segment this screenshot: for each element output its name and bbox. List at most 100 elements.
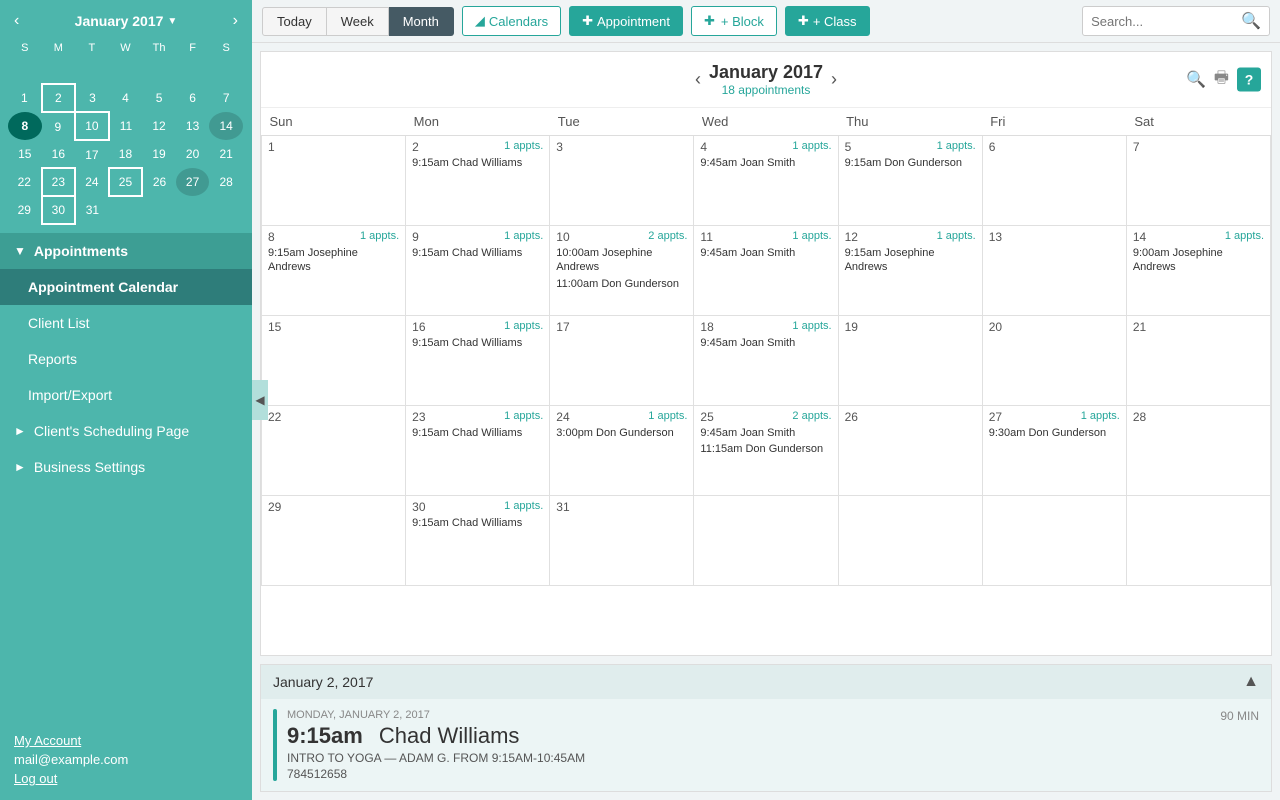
mini-cal-day[interactable]: 20 [176, 140, 210, 168]
class-button[interactable]: ✚ + Class [785, 6, 870, 36]
mini-cal-day[interactable]: 12 [142, 112, 176, 140]
search-icon[interactable]: 🔍 [1241, 11, 1261, 31]
mini-cal-day[interactable]: 19 [142, 140, 176, 168]
print-icon[interactable]: 🖶 [1214, 66, 1229, 93]
calendar-cell[interactable]: 231 appts.9:15am Chad Williams [406, 406, 550, 496]
detail-header[interactable]: January 2, 2017 ▲ [261, 665, 1271, 699]
calendar-cell[interactable]: 3 [550, 136, 694, 226]
calendar-cell[interactable]: 7 [1126, 136, 1270, 226]
month-button[interactable]: Month [389, 7, 454, 36]
calendar-cell[interactable]: 29 [262, 496, 406, 586]
calendar-cell[interactable]: 15 [262, 316, 406, 406]
mini-cal-day[interactable]: 30 [42, 196, 76, 224]
mini-cal-day[interactable]: 14 [209, 112, 243, 140]
appt-entry[interactable]: 9:15am Josephine Andrews [268, 246, 399, 275]
nav-item-import/export[interactable]: Import/Export [0, 377, 252, 413]
mini-cal-day[interactable]: 3 [75, 84, 109, 112]
appt-entry[interactable]: 10:00am Josephine Andrews [556, 246, 687, 275]
mini-cal-day[interactable]: 1 [8, 84, 42, 112]
appt-entry[interactable]: 9:45am Joan Smith [700, 156, 831, 170]
calendar-cell[interactable]: 252 appts.9:45am Joan Smith11:15am Don G… [694, 406, 838, 496]
mini-cal-prev-button[interactable]: ‹ [10, 12, 23, 30]
calendar-cell[interactable]: 20 [982, 316, 1126, 406]
mini-cal-day[interactable]: 17 [75, 140, 109, 168]
mini-cal-day[interactable]: 24 [75, 168, 109, 196]
nav-item-appointment-calendar[interactable]: Appointment Calendar [0, 269, 252, 305]
business-settings-header[interactable]: ► Business Settings [0, 449, 252, 485]
calendar-cell[interactable]: 301 appts.9:15am Chad Williams [406, 496, 550, 586]
block-button[interactable]: ✚ + Block [691, 6, 777, 36]
today-button[interactable]: Today [262, 7, 327, 36]
mini-cal-next-button[interactable]: › [229, 12, 242, 30]
appt-entry[interactable]: 9:00am Josephine Andrews [1133, 246, 1264, 275]
calendar-cell[interactable]: 21 [1126, 316, 1270, 406]
calendar-cell[interactable]: 81 appts.9:15am Josephine Andrews [262, 226, 406, 316]
mini-cal-day[interactable]: 13 [176, 112, 210, 140]
logout-link[interactable]: Log out [14, 771, 57, 786]
mini-cal-day[interactable]: 7 [209, 84, 243, 112]
mini-cal-dropdown-icon[interactable]: ▼ [167, 16, 177, 27]
appt-entry[interactable]: 9:15am Chad Williams [412, 426, 543, 440]
calendar-cell[interactable]: 6 [982, 136, 1126, 226]
calendar-cell[interactable]: 13 [982, 226, 1126, 316]
calendar-cell[interactable]: 41 appts.9:45am Joan Smith [694, 136, 838, 226]
calendar-cell[interactable]: 102 appts.10:00am Josephine Andrews11:00… [550, 226, 694, 316]
appt-entry[interactable]: 9:45am Joan Smith [700, 336, 831, 350]
search-input[interactable] [1091, 14, 1241, 29]
calendar-cell[interactable]: 28 [1126, 406, 1270, 496]
week-button[interactable]: Week [327, 7, 389, 36]
calendar-cell[interactable]: 51 appts.9:15am Don Gunderson [838, 136, 982, 226]
mini-cal-day[interactable]: 8 [8, 112, 42, 140]
appt-entry[interactable]: 9:15am Josephine Andrews [845, 246, 976, 275]
appointments-header[interactable]: ▼ Appointments [0, 233, 252, 269]
mini-cal-day[interactable]: 15 [8, 140, 42, 168]
sidebar-collapse-button[interactable]: ◀ [252, 380, 268, 420]
calendars-button[interactable]: ◢ Calendars [462, 6, 561, 36]
nav-item-client-list[interactable]: Client List [0, 305, 252, 341]
appt-entry[interactable]: 9:15am Don Gunderson [845, 156, 976, 170]
mini-cal-day[interactable]: 18 [109, 140, 143, 168]
zoom-icon[interactable]: 🔍 [1186, 70, 1206, 90]
mini-cal-day[interactable]: 6 [176, 84, 210, 112]
calendar-cell[interactable]: 17 [550, 316, 694, 406]
appt-entry[interactable]: 9:45am Joan Smith [700, 246, 831, 260]
cal-prev-button[interactable]: ‹ [687, 69, 709, 90]
mini-cal-day[interactable]: 31 [75, 196, 109, 224]
appointment-button[interactable]: ✚ Appointment [569, 6, 683, 36]
appt-entry[interactable]: 9:15am Chad Williams [412, 156, 543, 170]
calendar-cell[interactable]: 271 appts.9:30am Don Gunderson [982, 406, 1126, 496]
mini-cal-day[interactable]: 9 [42, 112, 76, 140]
calendar-cell[interactable]: 161 appts.9:15am Chad Williams [406, 316, 550, 406]
mini-cal-day[interactable]: 25 [109, 168, 143, 196]
calendar-cell[interactable]: 19 [838, 316, 982, 406]
mini-cal-day[interactable]: 4 [109, 84, 143, 112]
calendar-cell[interactable]: 22 [262, 406, 406, 496]
calendar-cell[interactable]: 31 [550, 496, 694, 586]
calendar-cell[interactable]: 141 appts.9:00am Josephine Andrews [1126, 226, 1270, 316]
mini-cal-day[interactable]: 5 [142, 84, 176, 112]
mini-cal-day[interactable]: 21 [209, 140, 243, 168]
appt-entry[interactable]: 9:15am Chad Williams [412, 336, 543, 350]
calendar-cell[interactable]: 1 [262, 136, 406, 226]
appt-entry[interactable]: 3:00pm Don Gunderson [556, 426, 687, 440]
calendar-cell[interactable]: 91 appts.9:15am Chad Williams [406, 226, 550, 316]
cal-next-button[interactable]: › [823, 69, 845, 90]
mini-cal-day[interactable]: 2 [42, 84, 76, 112]
calendar-cell[interactable]: 181 appts.9:45am Joan Smith [694, 316, 838, 406]
appt-entry[interactable]: 9:30am Don Gunderson [989, 426, 1120, 440]
appt-entry[interactable]: 9:15am Chad Williams [412, 246, 543, 260]
appt-entry[interactable]: 9:15am Chad Williams [412, 516, 543, 530]
mini-cal-day[interactable]: 27 [176, 168, 210, 196]
calendar-cell[interactable]: 111 appts.9:45am Joan Smith [694, 226, 838, 316]
account-label[interactable]: My Account [14, 733, 238, 748]
appt-entry[interactable]: 11:00am Don Gunderson [556, 277, 687, 291]
calendar-cell[interactable]: 241 appts.3:00pm Don Gunderson [550, 406, 694, 496]
mini-cal-day[interactable]: 23 [42, 168, 76, 196]
nav-item-reports[interactable]: Reports [0, 341, 252, 377]
mini-cal-day[interactable]: 29 [8, 196, 42, 224]
calendar-cell[interactable]: 121 appts.9:15am Josephine Andrews [838, 226, 982, 316]
detail-collapse-icon[interactable]: ▲ [1243, 673, 1259, 691]
help-button[interactable]: ? [1237, 68, 1261, 92]
mini-cal-day[interactable]: 10 [75, 112, 109, 140]
mini-cal-day[interactable]: 28 [209, 168, 243, 196]
